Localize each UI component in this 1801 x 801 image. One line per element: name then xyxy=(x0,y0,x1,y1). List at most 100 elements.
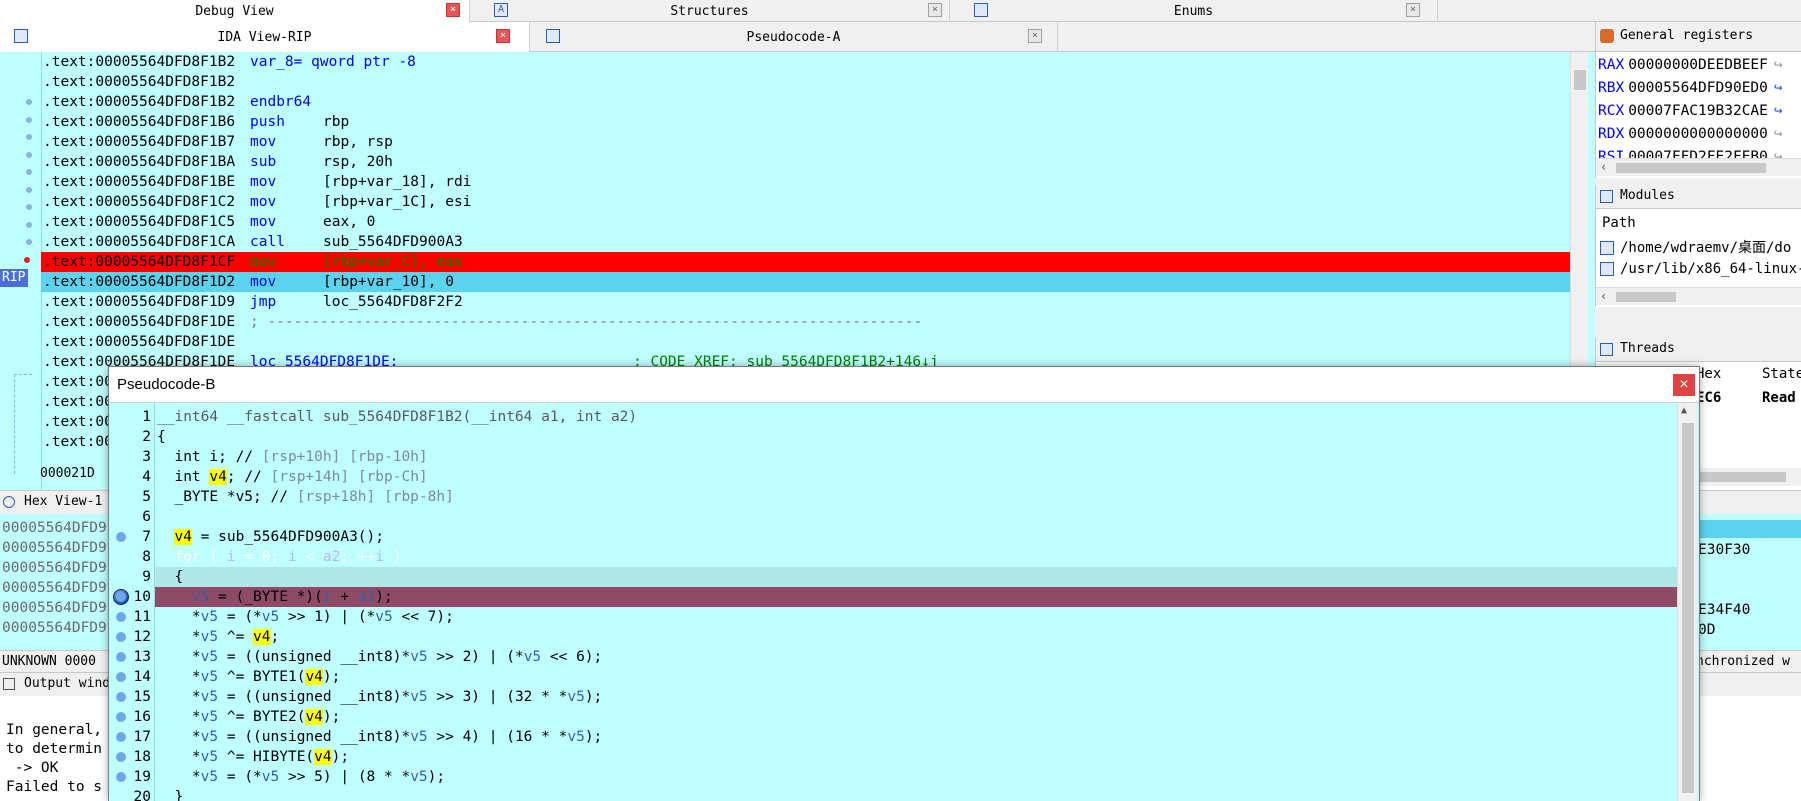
asm-line[interactable]: .text:00005564DFD8F1CF mov [rbp+var_C], ea… xyxy=(43,252,463,272)
asm-line[interactable]: .text:00 xyxy=(43,392,113,412)
pseudocode-line[interactable]: for ( i = 0; i < a2; ++i ) xyxy=(157,547,401,567)
pseudocode-line[interactable]: v4 = sub_5564DFD900A3(); xyxy=(157,527,384,547)
pseudocode-b-titlebar[interactable]: Pseudocode-B × xyxy=(109,367,1699,403)
scrollbar-thumb[interactable] xyxy=(1574,70,1586,90)
line-dot-icon[interactable] xyxy=(116,712,126,722)
asm-line[interactable]: .text:00005564DFD8F1B2 xyxy=(43,72,235,92)
asm-line[interactable]: .text:00005564DFD8F1BE mov [rbp+var_18], r… xyxy=(43,172,471,192)
tab-ida-view-rip[interactable]: IDA View-RIP × xyxy=(0,22,530,52)
asm-line[interactable]: .text:00005564DFD8F1DE ; ----------------… xyxy=(43,312,922,332)
line-dot-icon[interactable] xyxy=(116,732,126,742)
scroll-left-icon[interactable]: ‹ xyxy=(1600,160,1607,174)
hex-row-address[interactable]: 00005564DFD9 xyxy=(2,520,107,536)
asm-line[interactable]: .text:00005564DFD8F1C5 mov eax, 0 xyxy=(43,212,375,232)
asm-line[interactable]: .text:00005564DFD8F1B7 mov rbp, rsp xyxy=(43,132,393,152)
register-value[interactable]: 00007FAC19B32CAE xyxy=(1628,103,1768,119)
close-icon[interactable]: × xyxy=(928,3,942,17)
module-row[interactable]: /usr/lib/x86_64-linux-gnu xyxy=(1600,261,1801,277)
scroll-up-icon[interactable]: ▲ xyxy=(1681,405,1687,416)
register-row[interactable]: RAX 00000000DEEDBEEF ↪ xyxy=(1598,54,1783,76)
line-dot-icon[interactable] xyxy=(116,672,126,682)
hex-row-address[interactable]: 00005564DFD9 xyxy=(2,560,107,576)
threads-col-state[interactable]: State xyxy=(1762,366,1801,382)
pseudocode-line[interactable]: *v5 = (*v5 >> 5) | (8 * *v5); xyxy=(157,767,445,787)
line-dot-icon[interactable] xyxy=(116,632,126,642)
asm-line[interactable]: .text:00 xyxy=(43,432,113,452)
pseudocode-line[interactable]: *v5 = (*v5 >> 1) | (*v5 << 7); xyxy=(157,607,454,627)
pseudocode-line[interactable]: { xyxy=(157,427,166,447)
jump-arrow-icon[interactable]: ↪ xyxy=(1774,126,1783,142)
line-dot-icon[interactable] xyxy=(116,772,126,782)
asm-line[interactable]: .text:00005564DFD8F1B2 var_8= qword ptr -… xyxy=(43,52,416,72)
asm-line[interactable]: .text:00005564DFD8F1BA sub rsp, 20h xyxy=(43,152,393,172)
pseudocode-line[interactable]: int v4; // [rsp+14h] [rbp-Ch] xyxy=(157,467,428,487)
pseudocode-line[interactable]: *v5 = ((unsigned __int8)*v5 >> 3) | (32 … xyxy=(157,687,602,707)
line-dot-icon[interactable] xyxy=(116,652,126,662)
close-icon[interactable]: × xyxy=(496,29,510,43)
asm-line[interactable]: .text:00005564DFD8F1D2 mov [rbp+var_10], 0 xyxy=(43,272,454,292)
jump-arrow-icon[interactable]: ↪ xyxy=(1774,80,1783,96)
line-dot-icon[interactable] xyxy=(116,692,126,702)
close-icon[interactable]: × xyxy=(1406,3,1420,17)
pseudocode-line[interactable]: *v5 ^= v4; xyxy=(157,627,279,647)
asm-address: .text:00005564DFD8F1D2 xyxy=(43,274,236,290)
hex-row-address[interactable]: 00005564DFD9 xyxy=(2,540,107,556)
scroll-left-icon[interactable]: ‹ xyxy=(1600,289,1607,303)
line-dot-icon[interactable] xyxy=(116,592,126,602)
pseudocode-line[interactable]: _BYTE *v5; // [rsp+18h] [rbp-8h] xyxy=(157,487,453,507)
register-value[interactable]: 00000000DEEDBEEF xyxy=(1628,57,1768,73)
pseudocode-line[interactable]: } xyxy=(157,787,183,801)
pseudocode-line[interactable]: v5 = (_BYTE *)(i + a1); xyxy=(157,587,393,607)
pseudocode-line[interactable]: *v5 = ((unsigned __int8)*v5 >> 4) | (16 … xyxy=(157,727,602,747)
tab-structures[interactable]: A Structures × xyxy=(470,0,950,22)
pseudocode-line[interactable]: *v5 ^= HIBYTE(v4); xyxy=(157,747,349,767)
register-row[interactable]: RCX 00007FAC19B32CAE ↪ xyxy=(1598,100,1783,122)
asm-line[interactable]: .text:00005564DFD8F1B2 endbr64 xyxy=(43,92,311,112)
asm-line[interactable]: .text:00 xyxy=(43,412,113,432)
register-value[interactable]: 0000000000000000 xyxy=(1628,126,1768,142)
register-row[interactable]: RDX 0000000000000000 ↪ xyxy=(1598,123,1783,145)
close-icon[interactable]: × xyxy=(1028,29,1042,43)
asm-line[interactable]: .text:00005564DFD8F1B6 push rbp xyxy=(43,112,349,132)
pseudocode-line[interactable]: *v5 ^= BYTE1(v4); xyxy=(157,667,340,687)
scrollbar-thumb[interactable] xyxy=(1616,292,1676,302)
register-row[interactable]: RBX 00005564DFD90ED0 ↪ xyxy=(1598,77,1783,99)
tab-pseudocode-a[interactable]: Pseudocode-A × xyxy=(530,22,1058,52)
pseudocode-line[interactable]: *v5 ^= BYTE2(v4); xyxy=(157,707,340,727)
asm-line[interactable]: .text:00005564DFD8F1C2 mov [rbp+var_1C], e… xyxy=(43,192,471,212)
hex-row-address[interactable]: 00005564DFD9 xyxy=(2,580,107,596)
hex-row-address[interactable]: 00005564DFD9 xyxy=(2,620,107,636)
line-dot-icon[interactable] xyxy=(116,612,126,622)
pseudocode-line[interactable]: { xyxy=(157,567,183,587)
asm-line[interactable]: .text:00005564DFD8F1DE xyxy=(43,332,235,352)
asm-address: .text:00005564DFD8F1B2 xyxy=(43,74,236,90)
pseudocode-line[interactable]: __int64 __fastcall sub_5564DFD8F1B2(__in… xyxy=(157,407,637,427)
tab-enums[interactable]: Enums × xyxy=(950,0,1438,22)
asm-line[interactable]: .text:00005564DFD8F1CA call sub_5564DFD900… xyxy=(43,232,463,252)
code-token: = 0; xyxy=(235,549,288,565)
code-token: * xyxy=(157,749,201,765)
register-value[interactable]: 00005564DFD90ED0 xyxy=(1628,80,1768,96)
scrollbar-thumb[interactable] xyxy=(1616,163,1766,173)
pseudocode-line[interactable]: int i; // [rsp+10h] [rbp-10h] xyxy=(157,447,427,467)
close-button[interactable]: × xyxy=(1673,374,1695,396)
tab-debug-view[interactable]: Debug View × xyxy=(0,0,470,22)
scrollbar-thumb[interactable] xyxy=(1686,472,1786,482)
asm-line[interactable]: .text:00 xyxy=(43,372,113,392)
close-icon[interactable]: × xyxy=(446,3,460,17)
thread-state[interactable]: Read xyxy=(1762,390,1796,406)
line-dot-icon[interactable] xyxy=(116,752,126,762)
breakpoint-icon[interactable] xyxy=(24,257,30,263)
module-row[interactable]: /home/wdraemv/桌面/do xyxy=(1600,237,1791,257)
pseudocode-scrollbar[interactable]: ▲ xyxy=(1677,403,1697,801)
jump-arrow-icon[interactable]: ↪ xyxy=(1774,103,1783,119)
modules-path-header[interactable]: Path xyxy=(1602,215,1636,231)
scrollbar-thumb[interactable] xyxy=(1682,423,1694,793)
registers-hscrollbar[interactable]: ‹ xyxy=(1596,158,1801,176)
hex-row-address[interactable]: 00005564DFD9 xyxy=(2,600,107,616)
modules-hscrollbar[interactable]: ‹ xyxy=(1596,287,1801,305)
line-dot-icon[interactable] xyxy=(116,532,126,542)
asm-line[interactable]: .text:00005564DFD8F1D9 jmp loc_5564DFD8F2F… xyxy=(43,292,463,312)
pseudocode-line[interactable]: *v5 = ((unsigned __int8)*v5 >> 2) | (*v5… xyxy=(157,647,602,667)
jump-arrow-icon[interactable]: ↪ xyxy=(1774,57,1783,73)
